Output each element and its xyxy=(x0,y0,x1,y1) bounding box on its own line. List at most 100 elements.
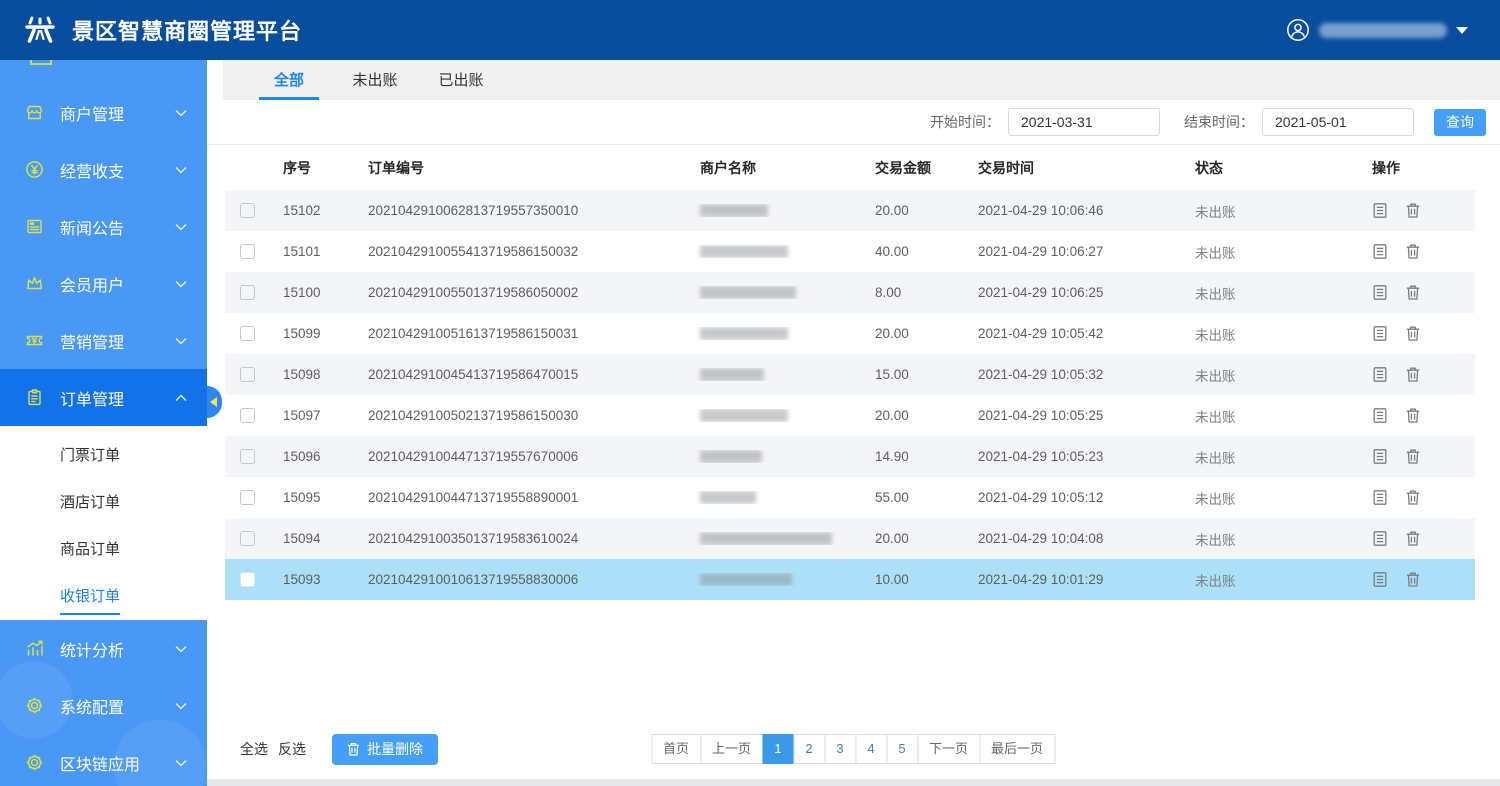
row-order-no: 2021042910045413719586470015 xyxy=(350,367,682,382)
delete-icon[interactable] xyxy=(1405,284,1421,301)
pagination-button[interactable]: 上一页 xyxy=(700,734,763,764)
detail-icon[interactable] xyxy=(1372,202,1388,219)
delete-icon[interactable] xyxy=(1405,407,1421,424)
chevron-down-icon xyxy=(175,759,187,767)
partially-hidden-menu-item xyxy=(30,60,52,65)
row-order-no: 2021042910050213719586150030 xyxy=(350,408,682,423)
bottom-strip xyxy=(207,779,1500,786)
row-checkbox[interactable] xyxy=(240,367,255,382)
table-row[interactable]: 15094 2021042910035013719583610024 20.00… xyxy=(225,518,1475,559)
row-checkbox-cell xyxy=(225,490,265,505)
submenu-item-ticket-orders[interactable]: 门票订单 xyxy=(0,432,207,479)
table-row[interactable]: 15102 2021042910062813719557350010 20.00… xyxy=(225,190,1475,231)
detail-icon[interactable] xyxy=(1372,243,1388,260)
row-checkbox[interactable] xyxy=(240,449,255,464)
delete-icon[interactable] xyxy=(1405,325,1421,342)
row-checkbox[interactable] xyxy=(240,490,255,505)
sidebar-item-members[interactable]: 会员用户 xyxy=(0,255,207,312)
row-checkbox[interactable] xyxy=(240,244,255,259)
tab-billed[interactable]: 已出账 xyxy=(431,69,491,100)
detail-icon[interactable] xyxy=(1372,448,1388,465)
delete-icon[interactable] xyxy=(1405,243,1421,260)
delete-icon[interactable] xyxy=(1405,571,1421,588)
table-row[interactable]: 15097 2021042910050213719586150030 20.00… xyxy=(225,395,1475,436)
row-checkbox[interactable] xyxy=(240,531,255,546)
detail-icon[interactable] xyxy=(1372,489,1388,506)
row-checkbox[interactable] xyxy=(240,572,255,587)
submenu-item-product-orders[interactable]: 商品订单 xyxy=(0,526,207,573)
trash-icon xyxy=(347,742,360,756)
detail-icon[interactable] xyxy=(1372,366,1388,383)
sidebar-item-merchant-mgmt[interactable]: 商户管理 xyxy=(0,84,207,141)
pagination-button[interactable]: 最后一页 xyxy=(979,734,1055,764)
table-row[interactable]: 15098 2021042910045413719586470015 15.00… xyxy=(225,354,1475,395)
pagination-button[interactable]: 2 xyxy=(793,734,825,764)
table-row[interactable]: 15096 2021042910044713719557670006 14.90… xyxy=(225,436,1475,477)
table-row[interactable]: 15095 2021042910044713719558890001 55.00… xyxy=(225,477,1475,518)
chevron-up-icon xyxy=(175,394,187,402)
merchant-name-redacted xyxy=(700,204,768,217)
tab-all[interactable]: 全部 xyxy=(259,69,319,100)
sidebar-item-system-config[interactable]: 系统配置 xyxy=(0,677,207,734)
row-ops-cell xyxy=(1354,448,1475,465)
pagination-button[interactable]: 3 xyxy=(824,734,856,764)
row-checkbox[interactable] xyxy=(240,285,255,300)
row-amount: 20.00 xyxy=(857,326,960,341)
row-seq: 15100 xyxy=(265,285,350,300)
delete-icon[interactable] xyxy=(1405,202,1421,219)
sidebar-item-orders[interactable]: 订单管理 xyxy=(0,369,207,426)
row-status: 未出账 xyxy=(1177,324,1354,344)
merchant-name-redacted xyxy=(700,409,788,422)
table-row[interactable]: 15100 2021042910055013719586050002 8.00 … xyxy=(225,272,1475,313)
sidebar-item-statistics[interactable]: 统计分析 xyxy=(0,620,207,677)
app-logo-icon xyxy=(20,12,60,48)
row-checkbox[interactable] xyxy=(240,203,255,218)
sidebar-item-revenue[interactable]: 经营收支 xyxy=(0,141,207,198)
row-order-no: 2021042910044713719557670006 xyxy=(350,449,682,464)
select-all-link[interactable]: 全选 xyxy=(240,739,268,759)
detail-icon[interactable] xyxy=(1372,325,1388,342)
row-ops-cell xyxy=(1354,407,1475,424)
submenu-item-cashier-orders[interactable]: 收银订单 xyxy=(0,573,207,620)
delete-icon[interactable] xyxy=(1405,366,1421,383)
sidebar-item-marketing[interactable]: 营销管理 xyxy=(0,312,207,369)
ticket-icon xyxy=(24,330,45,351)
pagination-button[interactable]: 下一页 xyxy=(917,734,980,764)
row-amount: 40.00 xyxy=(857,244,960,259)
row-checkbox[interactable] xyxy=(240,326,255,341)
row-order-no: 2021042910010613719558830006 xyxy=(350,572,682,587)
table-row[interactable]: 15099 2021042910051613719586150031 20.00… xyxy=(225,313,1475,354)
user-menu[interactable] xyxy=(1286,18,1480,42)
col-merchant: 商户名称 xyxy=(682,158,857,178)
delete-icon[interactable] xyxy=(1405,448,1421,465)
row-checkbox-cell xyxy=(225,285,265,300)
news-icon xyxy=(24,216,45,237)
detail-icon[interactable] xyxy=(1372,571,1388,588)
pagination-button[interactable]: 1 xyxy=(762,734,794,764)
detail-icon[interactable] xyxy=(1372,407,1388,424)
submenu-item-hotel-orders[interactable]: 酒店订单 xyxy=(0,479,207,526)
page: 景区智慧商圈管理平台 商户管理 xyxy=(0,0,1500,786)
username-redacted xyxy=(1319,23,1447,38)
pagination-button[interactable]: 首页 xyxy=(651,734,701,764)
batch-delete-button[interactable]: 批量删除 xyxy=(332,734,438,765)
detail-icon[interactable] xyxy=(1372,284,1388,301)
table-row[interactable]: 15101 2021042910055413719586150032 40.00… xyxy=(225,231,1475,272)
search-button[interactable]: 查询 xyxy=(1434,109,1486,136)
row-checkbox[interactable] xyxy=(240,408,255,423)
pagination-button[interactable]: 5 xyxy=(886,734,918,764)
table-row[interactable]: 15093 2021042910010613719558830006 10.00… xyxy=(225,559,1475,600)
sidebar-item-news[interactable]: 新闻公告 xyxy=(0,198,207,255)
detail-icon[interactable] xyxy=(1372,530,1388,547)
start-date-input[interactable] xyxy=(1008,108,1160,136)
pagination-button[interactable]: 4 xyxy=(855,734,887,764)
delete-icon[interactable] xyxy=(1405,489,1421,506)
sidebar-item-blockchain[interactable]: 区块链应用 xyxy=(0,734,207,786)
sidebar-item-label: 经营收支 xyxy=(60,158,124,182)
end-date-input[interactable] xyxy=(1262,108,1414,136)
tab-unbilled[interactable]: 未出账 xyxy=(345,69,405,100)
delete-icon[interactable] xyxy=(1405,530,1421,547)
invert-select-link[interactable]: 反选 xyxy=(278,739,306,759)
row-ops-cell xyxy=(1354,530,1475,547)
row-amount: 10.00 xyxy=(857,572,960,587)
